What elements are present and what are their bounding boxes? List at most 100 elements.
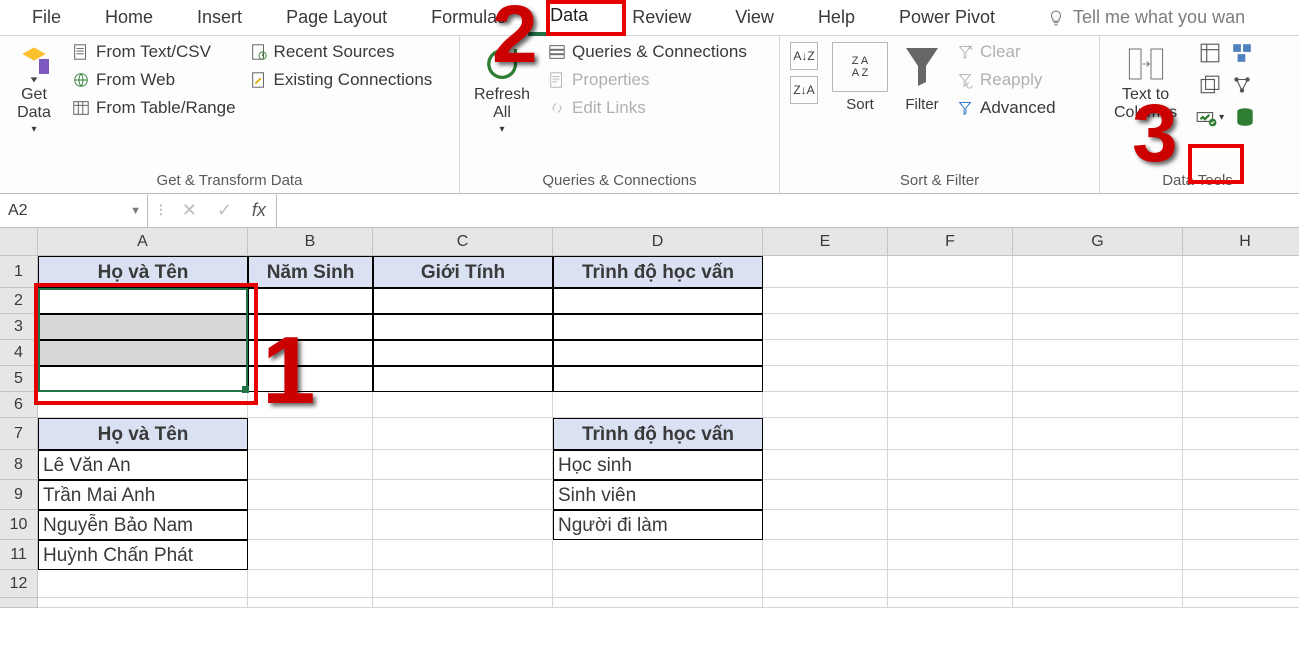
cell-A1[interactable]: Họ và Tên [38,256,248,288]
refresh-all-button[interactable]: Refresh All ▾ [470,42,534,137]
col-header-H[interactable]: H [1183,228,1299,256]
sort-asc-button[interactable]: A↓Z [790,42,818,70]
cell-A12[interactable] [38,570,248,598]
sort-big-button[interactable]: Z AA Z Sort [832,42,888,113]
row-header-extra[interactable] [0,598,38,608]
cell-C13[interactable] [373,598,553,608]
cell-H7[interactable] [1183,418,1299,450]
cell-G7[interactable] [1013,418,1183,450]
tab-help[interactable]: Help [796,1,877,34]
cell-B5[interactable] [248,366,373,392]
cell-F9[interactable] [888,480,1013,510]
data-validation-button[interactable]: ▾ [1195,106,1224,128]
cell-D4[interactable] [553,340,763,366]
cell-B3[interactable] [248,314,373,340]
cell-A13[interactable] [38,598,248,608]
tab-power-pivot[interactable]: Power Pivot [877,1,1017,34]
cell-F4[interactable] [888,340,1013,366]
cell-E4[interactable] [763,340,888,366]
cell-G5[interactable] [1013,366,1183,392]
tab-formulas[interactable]: Formulas [409,1,528,34]
cell-G8[interactable] [1013,450,1183,480]
col-header-C[interactable]: C [373,228,553,256]
cell-F13[interactable] [888,598,1013,608]
col-header-E[interactable]: E [763,228,888,256]
cell-B10[interactable] [248,510,373,540]
cell-G12[interactable] [1013,570,1183,598]
cell-C11[interactable] [373,540,553,570]
cell-C10[interactable] [373,510,553,540]
cell-C12[interactable] [373,570,553,598]
cell-F8[interactable] [888,450,1013,480]
tab-home[interactable]: Home [83,1,175,34]
cell-G3[interactable] [1013,314,1183,340]
row-header-2[interactable]: 2 [0,288,38,314]
cell-E8[interactable] [763,450,888,480]
name-box-dropdown-icon[interactable]: ▼ [130,205,141,217]
cell-B11[interactable] [248,540,373,570]
cell-B6[interactable] [248,392,373,418]
cell-D11[interactable] [553,540,763,570]
recent-sources-button[interactable]: Recent Sources [250,42,433,62]
cell-E3[interactable] [763,314,888,340]
col-header-G[interactable]: G [1013,228,1183,256]
cell-E2[interactable] [763,288,888,314]
cell-G4[interactable] [1013,340,1183,366]
row-header-11[interactable]: 11 [0,540,38,570]
cell-E12[interactable] [763,570,888,598]
queries-connections-button[interactable]: Queries & Connections [548,42,747,62]
remove-duplicates-icon[interactable] [1199,74,1221,96]
cell-C2[interactable] [373,288,553,314]
from-text-csv-button[interactable]: From Text/CSV [72,42,236,62]
cell-F7[interactable] [888,418,1013,450]
cell-E11[interactable] [763,540,888,570]
cell-A11[interactable]: Huỳnh Chấn Phát [38,540,248,570]
cell-E13[interactable] [763,598,888,608]
select-all-corner[interactable] [0,228,38,256]
cell-F11[interactable] [888,540,1013,570]
cell-B7[interactable] [248,418,373,450]
sort-desc-button[interactable]: Z↓A [790,76,818,104]
cell-D2[interactable] [553,288,763,314]
cell-H2[interactable] [1183,288,1299,314]
col-header-B[interactable]: B [248,228,373,256]
cell-H4[interactable] [1183,340,1299,366]
cell-A8[interactable]: Lê Văn An [38,450,248,480]
cell-H13[interactable] [1183,598,1299,608]
cell-C6[interactable] [373,392,553,418]
tab-insert[interactable]: Insert [175,1,264,34]
cell-A3[interactable] [38,314,248,340]
cell-E6[interactable] [763,392,888,418]
cell-C3[interactable] [373,314,553,340]
row-header-8[interactable]: 8 [0,450,38,480]
name-box[interactable]: A2 ▼ [0,194,148,227]
cell-H10[interactable] [1183,510,1299,540]
cell-F6[interactable] [888,392,1013,418]
cell-F3[interactable] [888,314,1013,340]
cell-F12[interactable] [888,570,1013,598]
row-header-10[interactable]: 10 [0,510,38,540]
cell-H12[interactable] [1183,570,1299,598]
cell-E5[interactable] [763,366,888,392]
cell-E7[interactable] [763,418,888,450]
cell-F2[interactable] [888,288,1013,314]
row-header-12[interactable]: 12 [0,570,38,598]
cell-C8[interactable] [373,450,553,480]
spreadsheet-grid[interactable]: ABCDEFGH 123456789101112 Họ và TênNăm Si… [0,228,1299,668]
cell-D13[interactable] [553,598,763,608]
cell-F5[interactable] [888,366,1013,392]
cell-H6[interactable] [1183,392,1299,418]
tab-file[interactable]: File [10,1,83,34]
cell-H8[interactable] [1183,450,1299,480]
relationships-icon[interactable] [1231,74,1253,96]
cell-B9[interactable] [248,480,373,510]
advanced-button[interactable]: Advanced [956,98,1056,118]
col-header-D[interactable]: D [553,228,763,256]
flash-fill-icon[interactable] [1199,42,1221,64]
formula-input[interactable] [277,194,1299,227]
cell-D8[interactable]: Học sinh [553,450,763,480]
cell-G1[interactable] [1013,256,1183,288]
filter-button[interactable]: Filter [902,42,942,113]
cell-E10[interactable] [763,510,888,540]
cell-C5[interactable] [373,366,553,392]
